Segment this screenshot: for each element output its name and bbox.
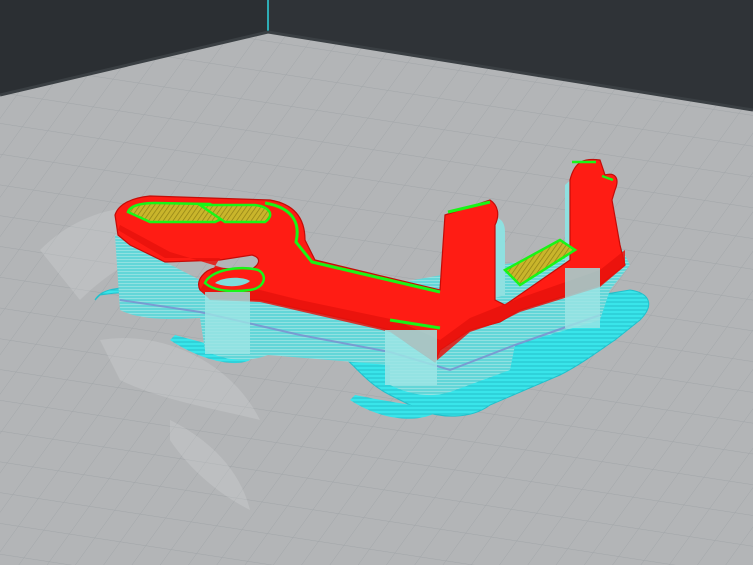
support-column-left [205,292,250,354]
3d-viewport[interactable] [0,0,753,565]
layer-preview-scene[interactable] [0,0,753,565]
support-column-right [565,268,600,328]
support-column-front [385,330,437,385]
